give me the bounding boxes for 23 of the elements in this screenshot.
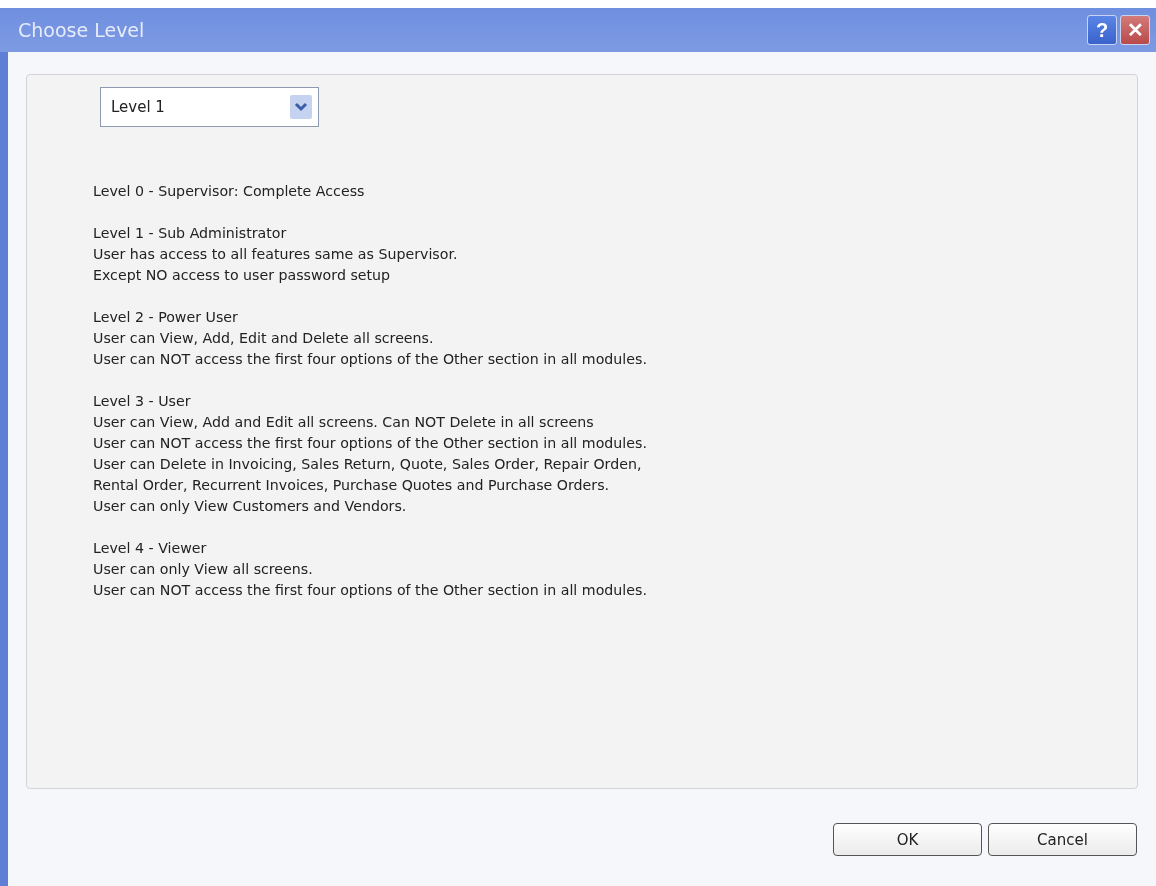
description-line: User can View, Add, Edit and Delete all screens. [93, 329, 435, 348]
help-button[interactable]: ? [1087, 15, 1117, 45]
description-line: Level 1 - Sub Administrator [93, 224, 288, 243]
description-line: User can View, Add and Edit all screens. Can NOT Delete in all screens [93, 413, 595, 432]
ok-button[interactable]: OK [833, 823, 982, 856]
description-line: Level 0 - Supervisor: Complete Access [93, 182, 366, 201]
description-line: User has access to all features same as Supervisor. [93, 245, 459, 264]
description-line: Except NO access to user password setup [93, 266, 392, 285]
window-title: Choose Level [18, 19, 145, 41]
description-line: User can NOT access the first four options of the Other section in all modules. [93, 350, 648, 369]
description-line: Level 2 - Power User [93, 308, 239, 327]
close-button[interactable]: ✕ [1120, 15, 1150, 45]
description-line: Level 3 - User [93, 392, 192, 411]
description-line: User can NOT access the first four options of the Other section in all modules. [93, 434, 648, 453]
level-dropdown[interactable]: Level 1 [100, 87, 319, 127]
description-line: User can NOT access the first four options of the Other section in all modules. [93, 581, 648, 600]
description-line: User can Delete in Invoicing, Sales Return, Quote, Sales Order, Repair Orden, [93, 455, 643, 474]
description-line: User can only View Customers and Vendors. [93, 497, 408, 516]
description-line: Level 4 - Viewer [93, 539, 208, 558]
description-line: User can only View all screens. [93, 560, 314, 579]
description-line: Rental Order, Recurrent Invoices, Purchase Quotes and Purchase Orders. [93, 476, 611, 495]
chevron-down-icon [290, 95, 312, 119]
cancel-button[interactable]: Cancel [988, 823, 1137, 856]
